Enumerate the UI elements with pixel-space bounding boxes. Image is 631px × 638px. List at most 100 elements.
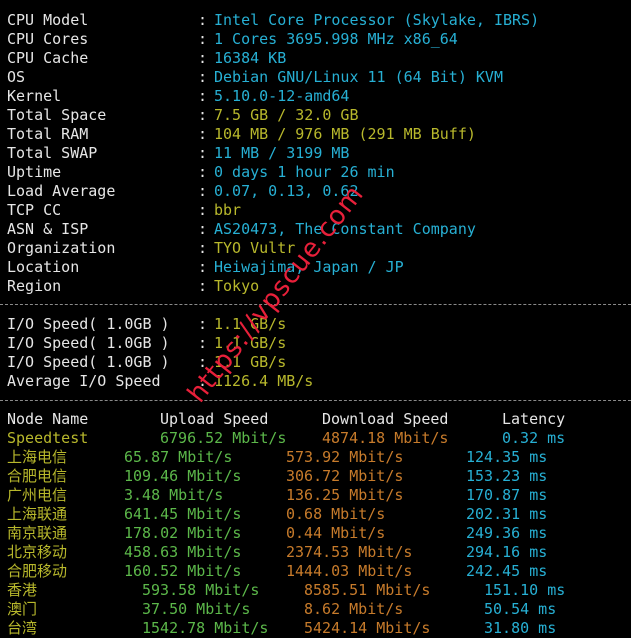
upload-speed: 593.58 Mbit/s: [142, 581, 260, 599]
io-speed-row: I/O Speed( 1.0GB ):1.1 GB/s: [0, 353, 631, 372]
separator-line: [0, 400, 631, 401]
upload-speed: 641.45 Mbit/s: [124, 505, 242, 523]
colon-separator: :: [198, 315, 208, 333]
speedtest-header: Node Name Upload Speed Download Speed Laten…: [0, 410, 631, 429]
node-name: 上海联通: [7, 505, 68, 523]
latency: 294.16 ms: [466, 543, 548, 561]
info-row: Location: Heiwajima, Japan / JP: [0, 258, 631, 277]
colon-separator: :: [198, 125, 208, 143]
colon-separator: :: [198, 11, 208, 29]
info-value: Heiwajima, Japan / JP: [214, 258, 404, 276]
io-label: I/O Speed( 1.0GB ): [7, 334, 170, 352]
node-name: 合肥电信: [7, 467, 68, 485]
io-speed-row: Average I/O Speed:1126.4 MB/s: [0, 372, 631, 391]
info-label: CPU Model: [7, 11, 89, 29]
io-value: 1.1 GB/s: [214, 353, 287, 371]
io-label: I/O Speed( 1.0GB ): [7, 353, 170, 371]
latency: 151.10 ms: [484, 581, 566, 599]
speedtest-row: 上海电信 65.87 Mbit/s 573.92 Mbit/s 124.35 ms: [0, 448, 631, 467]
info-value: TYO Vultr: [214, 239, 296, 257]
info-row: CPU Model: Intel Core Processor (Skylake,…: [0, 11, 631, 30]
info-value: 1 Cores 3695.998 MHz x86_64: [214, 30, 458, 48]
speedtest-row: 香港 593.58 Mbit/s 8585.51 Mbit/s 151.10 ms: [0, 581, 631, 600]
speedtest-row: 台湾 1542.78 Mbit/s 5424.14 Mbit/s 31.80 ms: [0, 619, 631, 638]
node-name: 南京联通: [7, 524, 68, 542]
info-row: CPU Cache:16384 KB: [0, 49, 631, 68]
download-speed: 573.92 Mbit/s: [286, 448, 404, 466]
info-row: Total Space:7.5 GB / 32.0 GB: [0, 106, 631, 125]
speedtest-row: 澳门 37.50 Mbit/s 8.62 Mbit/s 50.54 ms: [0, 600, 631, 619]
info-value: 104 MB / 976 MB (291 MB Buff): [214, 125, 476, 143]
info-row: Total RAM:104 MB / 976 MB (291 MB Buff): [0, 125, 631, 144]
info-label: Total SWAP: [7, 144, 98, 162]
colon-separator: :: [198, 68, 208, 86]
colon-separator: :: [198, 353, 208, 371]
upload-speed: 37.50 Mbit/s: [142, 600, 251, 618]
colon-separator: :: [198, 372, 208, 390]
latency: 124.35 ms: [466, 448, 548, 466]
info-label: Uptime: [7, 163, 62, 181]
speedtest-row: 北京移动 458.63 Mbit/s 2374.53 Mbit/s 294.16 ms: [0, 543, 631, 562]
download-speed: 0.68 Mbit/s: [286, 505, 386, 523]
info-row: Uptime:0 days 1 hour 26 min: [0, 163, 631, 182]
info-value: Tokyo: [214, 277, 260, 295]
latency: 0.32 ms: [502, 429, 566, 447]
upload-speed: 160.52 Mbit/s: [124, 562, 242, 580]
info-label: Total Space: [7, 106, 107, 124]
info-value: Debian GNU/Linux 11 (64 Bit) KVM: [214, 68, 503, 86]
io-label: I/O Speed( 1.0GB ): [7, 315, 170, 333]
colon-separator: :: [198, 163, 208, 181]
header-upload-speed: Upload Speed: [160, 410, 269, 428]
colon-separator: :: [198, 220, 208, 238]
download-speed: 136.25 Mbit/s: [286, 486, 404, 504]
colon-separator: :: [198, 258, 208, 276]
node-name: 北京移动: [7, 543, 68, 561]
info-row: Organization: TYO Vultr: [0, 239, 631, 258]
speedtest-row: 合肥电信 109.46 Mbit/s 306.72 Mbit/s 153.23 ms: [0, 467, 631, 486]
info-label: Location: [7, 258, 80, 276]
info-value: 5.10.0-12-amd64: [214, 87, 350, 105]
latency: 249.36 ms: [466, 524, 548, 542]
speedtest-row: Speedtest 6796.52 Mbit/s 4874.18 Mbit/s 0.3…: [0, 429, 631, 448]
latency: 153.23 ms: [466, 467, 548, 485]
download-speed: 8585.51 Mbit/s: [304, 581, 431, 599]
download-speed: 8.62 Mbit/s: [304, 600, 404, 618]
info-row: Total SWAP:11 MB / 3199 MB: [0, 144, 631, 163]
node-name: 台湾: [7, 619, 38, 637]
upload-speed: 6796.52 Mbit/s: [160, 429, 287, 447]
node-name: Speedtest: [7, 429, 89, 447]
info-value: bbr: [214, 201, 242, 219]
info-label: CPU Cores: [7, 30, 89, 48]
info-label: Load Average: [7, 182, 116, 200]
speedtest-row: 合肥移动 160.52 Mbit/s 1444.03 Mbit/s 242.45 ms: [0, 562, 631, 581]
speedtest-row: 南京联通 178.02 Mbit/s 0.44 Mbit/s 249.36 ms: [0, 524, 631, 543]
download-speed: 2374.53 Mbit/s: [286, 543, 413, 561]
info-value: 0 days 1 hour 26 min: [214, 163, 395, 181]
download-speed: 1444.03 Mbit/s: [286, 562, 413, 580]
header-node-name: Node Name: [7, 410, 89, 428]
info-value: 16384 KB: [214, 49, 287, 67]
colon-separator: :: [198, 87, 208, 105]
info-label: OS: [7, 68, 26, 86]
colon-separator: :: [198, 277, 208, 295]
colon-separator: :: [198, 144, 208, 162]
node-name: 合肥移动: [7, 562, 68, 580]
download-speed: 5424.14 Mbit/s: [304, 619, 431, 637]
info-value: Intel Core Processor (Skylake, IBRS): [214, 11, 540, 29]
download-speed: 4874.18 Mbit/s: [322, 429, 449, 447]
info-value: AS20473, The Constant Company: [214, 220, 476, 238]
info-label: Kernel: [7, 87, 62, 105]
io-label: Average I/O Speed: [7, 372, 161, 390]
node-name: 广州电信: [7, 486, 68, 504]
upload-speed: 109.46 Mbit/s: [124, 467, 242, 485]
colon-separator: :: [198, 201, 208, 219]
info-label: Organization: [7, 239, 116, 257]
colon-separator: :: [198, 334, 208, 352]
info-value: 0.07, 0.13, 0.62: [214, 182, 359, 200]
header-download-speed: Download Speed: [322, 410, 449, 428]
node-name: 香港: [7, 581, 38, 599]
colon-separator: :: [198, 30, 208, 48]
info-row: CPU Cores:1 Cores 3695.998 MHz x86_64: [0, 30, 631, 49]
header-latency: Latency: [502, 410, 566, 428]
upload-speed: 178.02 Mbit/s: [124, 524, 242, 542]
